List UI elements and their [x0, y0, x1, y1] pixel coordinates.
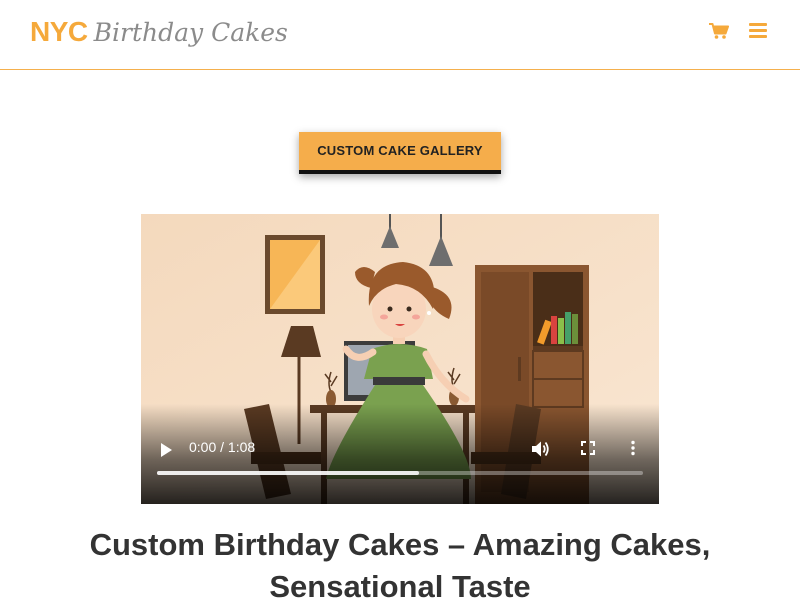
logo-script-text: Birthday Cakes — [93, 18, 288, 47]
video-buffered-fill — [157, 471, 420, 475]
custom-cake-gallery-button[interactable]: CUSTOM CAKE GALLERY — [299, 132, 501, 174]
shopping-cart-icon[interactable] — [709, 23, 729, 39]
more-options-icon[interactable] — [630, 440, 636, 456]
page-title: Custom Birthday Cakes – Amazing Cakes, S… — [89, 527, 711, 600]
video-progress-bar[interactable] — [157, 471, 643, 475]
site-logo[interactable]: NYC Birthday Cakes — [30, 14, 288, 51]
volume-icon[interactable] — [530, 439, 550, 459]
fullscreen-icon[interactable] — [581, 441, 595, 455]
logo-nyc-text: NYC — [30, 16, 88, 47]
video-player[interactable]: 0:00 / 1:08 — [141, 214, 659, 504]
play-icon[interactable] — [159, 442, 173, 458]
video-time-display: 0:00 / 1:08 — [189, 439, 256, 455]
hamburger-menu-icon[interactable] — [749, 22, 767, 39]
page: NYC Birthday Cakes CUSTOM CAKE GALLERY 0… — [0, 0, 800, 600]
video-controls-bar: 0:00 / 1:08 — [141, 404, 659, 504]
site-header: NYC Birthday Cakes — [0, 0, 800, 70]
